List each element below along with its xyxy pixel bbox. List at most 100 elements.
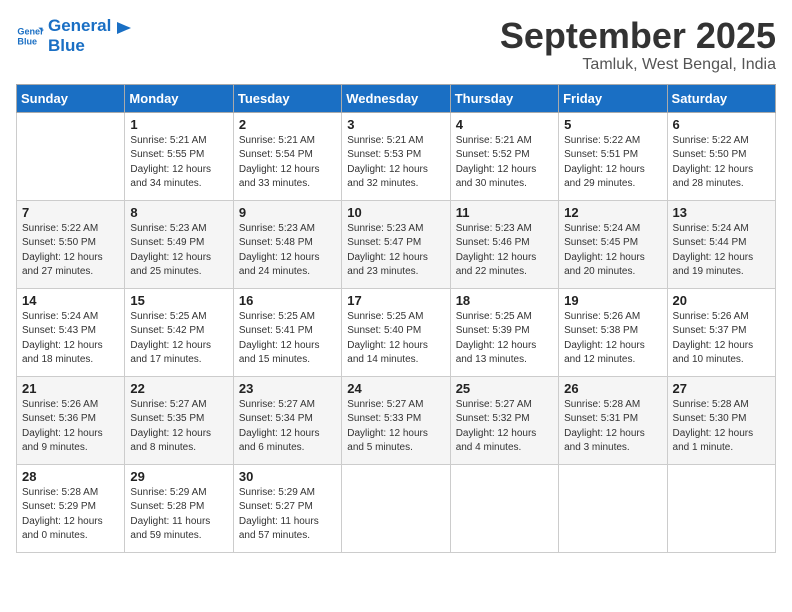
day-number: 15: [130, 293, 227, 308]
day-cell: 23 Sunrise: 5:27 AMSunset: 5:34 PMDayligh…: [233, 376, 341, 464]
day-number: 16: [239, 293, 336, 308]
calendar-body: 1 Sunrise: 5:21 AMSunset: 5:55 PMDaylight…: [17, 112, 776, 552]
day-info: Sunrise: 5:21 AMSunset: 5:53 PMDaylight:…: [347, 134, 444, 192]
day-info: Sunrise: 5:28 AMSunset: 5:31 PMDaylight:…: [564, 398, 661, 456]
day-cell: 30 Sunrise: 5:29 AMSunset: 5:27 PMDayligh…: [233, 464, 341, 552]
day-cell: 27 Sunrise: 5:28 AMSunset: 5:30 PMDayligh…: [667, 376, 775, 464]
day-info: Sunrise: 5:27 AMSunset: 5:34 PMDaylight:…: [239, 398, 336, 456]
day-cell: 7 Sunrise: 5:22 AMSunset: 5:50 PMDaylight…: [17, 200, 125, 288]
day-info: Sunrise: 5:28 AMSunset: 5:30 PMDaylight:…: [673, 398, 770, 456]
day-number: 2: [239, 117, 336, 132]
day-number: 9: [239, 205, 336, 220]
day-info: Sunrise: 5:29 AMSunset: 5:27 PMDaylight:…: [239, 486, 336, 544]
header-monday: Monday: [125, 84, 233, 112]
day-cell: 21 Sunrise: 5:26 AMSunset: 5:36 PMDayligh…: [17, 376, 125, 464]
day-cell: [667, 464, 775, 552]
day-info: Sunrise: 5:23 AMSunset: 5:49 PMDaylight:…: [130, 222, 227, 280]
week-row-1: 7 Sunrise: 5:22 AMSunset: 5:50 PMDaylight…: [17, 200, 776, 288]
day-number: 23: [239, 381, 336, 396]
day-cell: 20Sunrise: 5:26 AMSunset: 5:37 PMDayligh…: [667, 288, 775, 376]
day-number: 25: [456, 381, 553, 396]
day-cell: 14 Sunrise: 5:24 AMSunset: 5:43 PMDayligh…: [17, 288, 125, 376]
day-info: Sunrise: 5:22 AMSunset: 5:50 PMDaylight:…: [673, 134, 770, 192]
page-header: General Blue General Blue September 2025…: [16, 16, 776, 74]
day-number: 13: [673, 205, 770, 220]
day-number: 7: [22, 205, 119, 220]
day-cell: 13 Sunrise: 5:24 AMSunset: 5:44 PMDayligh…: [667, 200, 775, 288]
day-info: Sunrise: 5:27 AMSunset: 5:35 PMDaylight:…: [130, 398, 227, 456]
day-cell: 28 Sunrise: 5:28 AMSunset: 5:29 PMDayligh…: [17, 464, 125, 552]
day-cell: [450, 464, 558, 552]
day-cell: [17, 112, 125, 200]
logo-flag-icon: [113, 20, 135, 42]
day-info: Sunrise: 5:21 AMSunset: 5:55 PMDaylight:…: [130, 134, 227, 192]
day-number: 14: [22, 293, 119, 308]
logo-general: General: [48, 16, 111, 36]
day-cell: 26Sunrise: 5:28 AMSunset: 5:31 PMDayligh…: [559, 376, 667, 464]
day-number: 29: [130, 469, 227, 484]
day-number: 17: [347, 293, 444, 308]
day-number: 21: [22, 381, 119, 396]
day-cell: 16Sunrise: 5:25 AMSunset: 5:41 PMDayligh…: [233, 288, 341, 376]
day-number: 19: [564, 293, 661, 308]
day-info: Sunrise: 5:24 AMSunset: 5:45 PMDaylight:…: [564, 222, 661, 280]
day-info: Sunrise: 5:29 AMSunset: 5:28 PMDaylight:…: [130, 486, 227, 544]
day-cell: 11 Sunrise: 5:23 AMSunset: 5:46 PMDayligh…: [450, 200, 558, 288]
week-row-2: 14 Sunrise: 5:24 AMSunset: 5:43 PMDayligh…: [17, 288, 776, 376]
day-cell: 25 Sunrise: 5:27 AMSunset: 5:32 PMDayligh…: [450, 376, 558, 464]
day-cell: 5 Sunrise: 5:22 AMSunset: 5:51 PMDaylight…: [559, 112, 667, 200]
day-info: Sunrise: 5:26 AMSunset: 5:38 PMDaylight:…: [564, 310, 661, 368]
day-info: Sunrise: 5:23 AMSunset: 5:46 PMDaylight:…: [456, 222, 553, 280]
header-wednesday: Wednesday: [342, 84, 450, 112]
day-info: Sunrise: 5:23 AMSunset: 5:47 PMDaylight:…: [347, 222, 444, 280]
day-cell: [342, 464, 450, 552]
day-info: Sunrise: 5:25 AMSunset: 5:39 PMDaylight:…: [456, 310, 553, 368]
day-info: Sunrise: 5:21 AMSunset: 5:54 PMDaylight:…: [239, 134, 336, 192]
day-info: Sunrise: 5:26 AMSunset: 5:36 PMDaylight:…: [22, 398, 119, 456]
day-cell: 19 Sunrise: 5:26 AMSunset: 5:38 PMDayligh…: [559, 288, 667, 376]
day-info: Sunrise: 5:28 AMSunset: 5:29 PMDaylight:…: [22, 486, 119, 544]
week-row-4: 28 Sunrise: 5:28 AMSunset: 5:29 PMDayligh…: [17, 464, 776, 552]
day-number: 20: [673, 293, 770, 308]
day-info: Sunrise: 5:24 AMSunset: 5:44 PMDaylight:…: [673, 222, 770, 280]
day-number: 27: [673, 381, 770, 396]
day-number: 22: [130, 381, 227, 396]
header-thursday: Thursday: [450, 84, 558, 112]
month-title: September 2025: [500, 16, 776, 56]
day-number: 6: [673, 117, 770, 132]
day-info: Sunrise: 5:27 AMSunset: 5:32 PMDaylight:…: [456, 398, 553, 456]
title-block: September 2025 Tamluk, West Bengal, Indi…: [500, 16, 776, 74]
day-number: 11: [456, 205, 553, 220]
day-cell: 18Sunrise: 5:25 AMSunset: 5:39 PMDayligh…: [450, 288, 558, 376]
day-number: 3: [347, 117, 444, 132]
week-row-0: 1 Sunrise: 5:21 AMSunset: 5:55 PMDaylight…: [17, 112, 776, 200]
header-friday: Friday: [559, 84, 667, 112]
day-info: Sunrise: 5:22 AMSunset: 5:51 PMDaylight:…: [564, 134, 661, 192]
day-number: 10: [347, 205, 444, 220]
day-cell: 9Sunrise: 5:23 AMSunset: 5:48 PMDaylight…: [233, 200, 341, 288]
day-number: 24: [347, 381, 444, 396]
day-cell: 8 Sunrise: 5:23 AMSunset: 5:49 PMDaylight…: [125, 200, 233, 288]
day-number: 8: [130, 205, 227, 220]
day-info: Sunrise: 5:22 AMSunset: 5:50 PMDaylight:…: [22, 222, 119, 280]
svg-text:Blue: Blue: [17, 37, 37, 47]
day-cell: 17Sunrise: 5:25 AMSunset: 5:40 PMDayligh…: [342, 288, 450, 376]
day-number: 30: [239, 469, 336, 484]
day-cell: 24Sunrise: 5:27 AMSunset: 5:33 PMDayligh…: [342, 376, 450, 464]
day-number: 28: [22, 469, 119, 484]
day-cell: 12 Sunrise: 5:24 AMSunset: 5:45 PMDayligh…: [559, 200, 667, 288]
logo-icon: General Blue: [16, 22, 44, 50]
header-saturday: Saturday: [667, 84, 775, 112]
day-cell: 15Sunrise: 5:25 AMSunset: 5:42 PMDayligh…: [125, 288, 233, 376]
day-number: 12: [564, 205, 661, 220]
day-info: Sunrise: 5:24 AMSunset: 5:43 PMDaylight:…: [22, 310, 119, 368]
day-number: 1: [130, 117, 227, 132]
day-number: 5: [564, 117, 661, 132]
calendar-header-row: SundayMondayTuesdayWednesdayThursdayFrid…: [17, 84, 776, 112]
day-cell: 4Sunrise: 5:21 AMSunset: 5:52 PMDaylight…: [450, 112, 558, 200]
day-info: Sunrise: 5:21 AMSunset: 5:52 PMDaylight:…: [456, 134, 553, 192]
day-cell: 10 Sunrise: 5:23 AMSunset: 5:47 PMDayligh…: [342, 200, 450, 288]
day-cell: 3 Sunrise: 5:21 AMSunset: 5:53 PMDaylight…: [342, 112, 450, 200]
day-cell: [559, 464, 667, 552]
day-cell: 2 Sunrise: 5:21 AMSunset: 5:54 PMDaylight…: [233, 112, 341, 200]
